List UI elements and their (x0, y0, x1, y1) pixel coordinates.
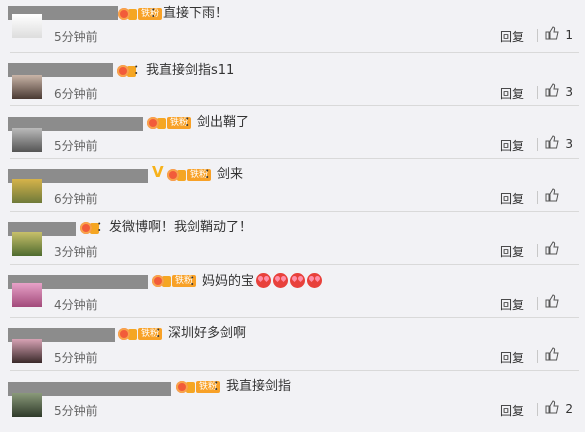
colon: ： (189, 274, 203, 289)
comment-item: 铁粉 ：剑出鞘了 5分钟前 回复 3 (0, 106, 585, 159)
reply-button[interactable]: 回复 (500, 28, 524, 45)
thumbs-up-icon[interactable] (545, 83, 559, 97)
fan-heart-icon (117, 65, 129, 77)
colon: ： (96, 220, 110, 235)
comment-item: V 铁粉 ：剑来 6分钟前 回复 (0, 159, 585, 212)
reply-button[interactable]: 回复 (500, 402, 524, 419)
comment-body: 深圳好多剑啊 (168, 326, 247, 341)
comment-text: ：直接下雨！ (150, 6, 228, 22)
divider (537, 86, 538, 99)
thumbs-up-icon[interactable] (545, 294, 559, 308)
reply-button[interactable]: 回复 (500, 190, 524, 207)
comment-item: 铁粉 ：妈妈的宝 4分钟前 回复 (0, 265, 585, 318)
avatar[interactable] (12, 179, 42, 203)
fan-heart-icon (176, 381, 188, 393)
colon: ： (204, 167, 218, 182)
thumbs-up-icon[interactable] (545, 26, 559, 40)
reply-button[interactable]: 回复 (500, 296, 524, 313)
reply-button[interactable]: 回复 (500, 137, 524, 154)
comment-item: 铁粉 ：深圳好多剑啊 5分钟前 回复 (0, 318, 585, 371)
like-count: 1 (565, 28, 573, 42)
divider (537, 29, 538, 42)
avatar[interactable] (12, 283, 42, 307)
fan-heart-icon (167, 169, 179, 181)
like-count: 2 (565, 402, 573, 416)
timestamp: 5分钟前 (54, 351, 98, 365)
colon: ： (184, 115, 198, 130)
comment-text: ：我直接剑指 (213, 379, 291, 395)
like-count: 3 (565, 137, 573, 151)
thumbs-up-icon[interactable] (545, 135, 559, 149)
timestamp: 5分钟前 (54, 30, 98, 44)
divider (537, 191, 538, 204)
comment-text: ：我直接剑指s11 (133, 63, 234, 79)
comment-body: 我直接剑指 (226, 379, 292, 394)
avatar[interactable] (12, 339, 42, 363)
v-badge-icon: V (152, 163, 164, 181)
comment-body: 发微博啊！我剑鞘动了！ (109, 220, 253, 235)
avatar[interactable] (12, 232, 42, 256)
fan-heart-icon (152, 275, 164, 287)
comment-body: 我直接剑指s11 (146, 63, 235, 78)
comment-text: ：剑来 (204, 167, 243, 183)
heart-eyes-emoji-icon (290, 273, 306, 288)
avatar[interactable] (12, 128, 42, 152)
comment-item: ：发微博啊！我剑鞘动了！ 3分钟前 回复 (0, 212, 585, 265)
divider (537, 138, 538, 151)
divider (537, 244, 538, 257)
timestamp: 3分钟前 (54, 245, 98, 259)
avatar[interactable] (12, 14, 42, 38)
colon: ： (150, 6, 164, 21)
colon: ： (213, 379, 227, 394)
divider (537, 403, 538, 416)
thumbs-up-icon[interactable] (545, 400, 559, 414)
comment-body: 剑来 (217, 167, 244, 182)
fan-heart-icon (118, 328, 130, 340)
timestamp: 5分钟前 (54, 139, 98, 153)
heart-eyes-emoji-icon (256, 273, 272, 288)
divider (537, 350, 538, 363)
comment-text: ：发微博啊！我剑鞘动了！ (96, 220, 252, 236)
timestamp: 6分钟前 (54, 192, 98, 206)
colon: ： (133, 63, 147, 78)
timestamp: 6分钟前 (54, 87, 98, 101)
thumbs-up-icon[interactable] (545, 188, 559, 202)
comment-body: 妈妈的宝 (202, 274, 255, 289)
comment-item: 铁粉 ：我直接剑指 5分钟前 回复 2 (0, 371, 585, 432)
reply-button[interactable]: 回复 (500, 85, 524, 102)
thumbs-up-icon[interactable] (545, 347, 559, 361)
comment-body: 剑出鞘了 (197, 115, 250, 130)
colon: ： (155, 326, 169, 341)
reply-button[interactable]: 回复 (500, 349, 524, 366)
comment-body: 直接下雨！ (163, 6, 229, 21)
fan-heart-icon (118, 8, 130, 20)
avatar[interactable] (12, 393, 42, 417)
heart-eyes-emoji-icon (307, 273, 323, 288)
fan-heart-icon (147, 117, 159, 129)
avatar[interactable] (12, 75, 42, 99)
heart-eyes-emoji-icon (273, 273, 289, 288)
like-count: 3 (565, 85, 573, 99)
comment-text: ：剑出鞘了 (184, 115, 249, 131)
thumbs-up-icon[interactable] (545, 241, 559, 255)
comment-text: ：妈妈的宝 (189, 273, 323, 290)
reply-button[interactable]: 回复 (500, 243, 524, 260)
timestamp: 4分钟前 (54, 298, 98, 312)
comment-item: ：我直接剑指s11 6分钟前 回复 3 (0, 53, 585, 106)
divider (537, 297, 538, 310)
timestamp: 5分钟前 (54, 404, 98, 418)
comment-item: 铁粉 ：直接下雨！ 5分钟前 回复 1 (0, 0, 585, 53)
comment-list: 铁粉 ：直接下雨！ 5分钟前 回复 1 ：我直接剑指s11 6分钟前 回复 3 … (0, 0, 585, 432)
fan-heart-icon (80, 222, 92, 234)
comment-text: ：深圳好多剑啊 (155, 326, 246, 342)
